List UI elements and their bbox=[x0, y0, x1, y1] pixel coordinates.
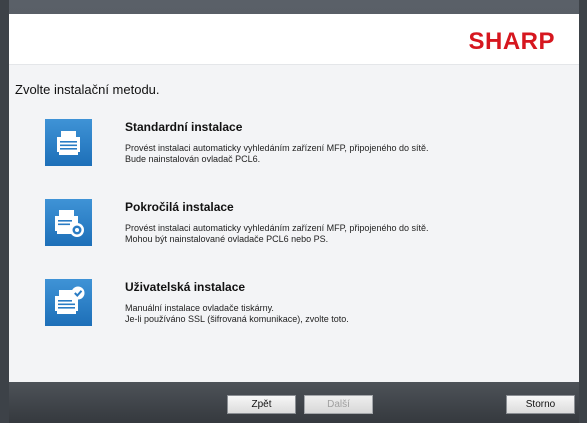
window-left-edge bbox=[0, 0, 9, 423]
option-desc-line: Bude nainstalován ovladač PCL6. bbox=[125, 154, 261, 164]
option-desc-line: Provést instalaci automaticky vyhledáním… bbox=[125, 223, 429, 233]
option-title: Standardní instalace bbox=[125, 120, 243, 134]
footer-bar: Zpět Další Storno bbox=[9, 382, 579, 423]
option-desc-line: Manuální instalace ovladače tiskárny. bbox=[125, 303, 274, 313]
option-description: Provést instalaci automaticky vyhledáním… bbox=[125, 143, 428, 165]
sharp-logo: SHARP bbox=[468, 28, 555, 55]
option-custom-install[interactable]: Uživatelská instalace Manuální instalace… bbox=[45, 275, 565, 339]
printer-check-icon[interactable] bbox=[45, 279, 92, 326]
next-button[interactable]: Další bbox=[304, 395, 373, 414]
back-button[interactable]: Zpět bbox=[227, 395, 296, 414]
option-title: Pokročilá instalace bbox=[125, 200, 234, 214]
printer-gear-icon[interactable] bbox=[45, 199, 92, 246]
cancel-button[interactable]: Storno bbox=[506, 395, 575, 414]
page-title: Zvolte instalační metodu. bbox=[15, 82, 160, 97]
printer-icon[interactable] bbox=[45, 119, 92, 166]
option-desc-line: Mohou být nainstalované ovladače PCL6 ne… bbox=[125, 234, 329, 244]
option-desc-line: Je-li používáno SSL (šifrovaná komunikac… bbox=[125, 314, 349, 324]
main-panel: Zvolte instalační metodu. Standardní ins… bbox=[9, 64, 579, 382]
option-description: Provést instalaci automaticky vyhledáním… bbox=[125, 223, 428, 245]
option-description: Manuální instalace ovladače tiskárny. Je… bbox=[125, 303, 349, 325]
option-desc-line: Provést instalaci automaticky vyhledáním… bbox=[125, 143, 429, 153]
window-right-edge bbox=[579, 0, 587, 423]
option-standard-install[interactable]: Standardní instalace Provést instalaci a… bbox=[45, 115, 565, 179]
option-advanced-install[interactable]: Pokročilá instalace Provést instalaci au… bbox=[45, 195, 565, 259]
option-title: Uživatelská instalace bbox=[125, 280, 246, 294]
header-bar: SHARP bbox=[9, 14, 579, 64]
installer-window: SHARP Zvolte instalační metodu. Standard… bbox=[0, 0, 587, 423]
